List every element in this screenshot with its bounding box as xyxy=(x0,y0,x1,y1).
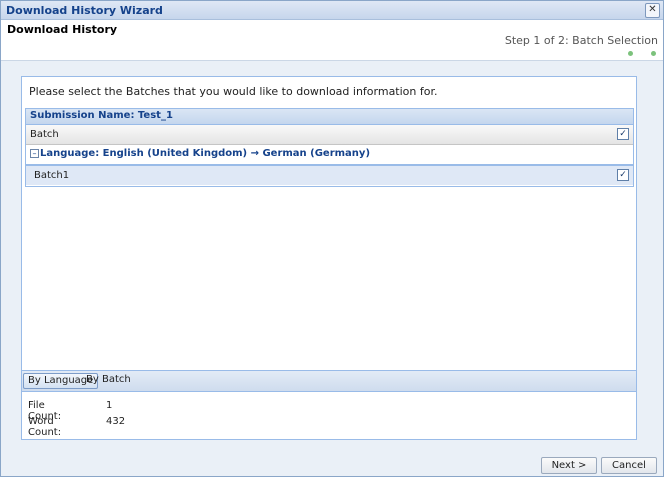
grid-column-header: Batch ✓ xyxy=(26,125,633,145)
grid-title-bar: Submission Name: Test_1 xyxy=(26,109,633,125)
page-title: Download History xyxy=(7,23,118,36)
step-dot-2 xyxy=(651,51,656,56)
title-bar: Download History Wizard ✕ xyxy=(1,1,663,20)
wizard-window: Download History Wizard ✕ Download Histo… xyxy=(0,0,664,477)
batch-checkbox[interactable]: ✓ xyxy=(617,169,629,181)
tab-by-batch[interactable]: By Batch xyxy=(82,373,135,387)
batch-name: Batch1 xyxy=(34,170,70,181)
file-count-value: 1 xyxy=(106,400,113,411)
select-all-checkbox[interactable]: ✓ xyxy=(617,128,629,140)
table-row[interactable]: Batch1 ✓ xyxy=(26,166,633,185)
batch-grid: Submission Name: Test_1 Batch ✓ – Langua… xyxy=(25,108,634,187)
selection-panel: Please select the Batches that you would… xyxy=(21,76,637,440)
wizard-header: Download History Step 1 of 2: Batch Sele… xyxy=(1,20,663,61)
column-header-batch: Batch xyxy=(30,129,59,140)
word-count-label: Word Count: xyxy=(28,416,62,438)
next-button[interactable]: Next > xyxy=(541,457,597,474)
instruction-text: Please select the Batches that you would… xyxy=(29,85,438,98)
submission-name: Submission Name: Test_1 xyxy=(30,110,173,121)
summary-tabs: By Language By Batch xyxy=(22,370,636,392)
word-count-value: 432 xyxy=(106,416,126,427)
collapse-icon[interactable]: – xyxy=(30,149,39,158)
language-group-label: Language: English (United Kingdom) → Ger… xyxy=(40,148,371,159)
language-group-row[interactable]: – Language: English (United Kingdom) → G… xyxy=(26,145,633,166)
window-title: Download History Wizard xyxy=(6,4,163,17)
cancel-button[interactable]: Cancel xyxy=(601,457,657,474)
close-icon[interactable]: ✕ xyxy=(645,3,660,18)
step-indicator: Step 1 of 2: Batch Selection xyxy=(504,34,658,47)
step-dot-1 xyxy=(628,51,633,56)
